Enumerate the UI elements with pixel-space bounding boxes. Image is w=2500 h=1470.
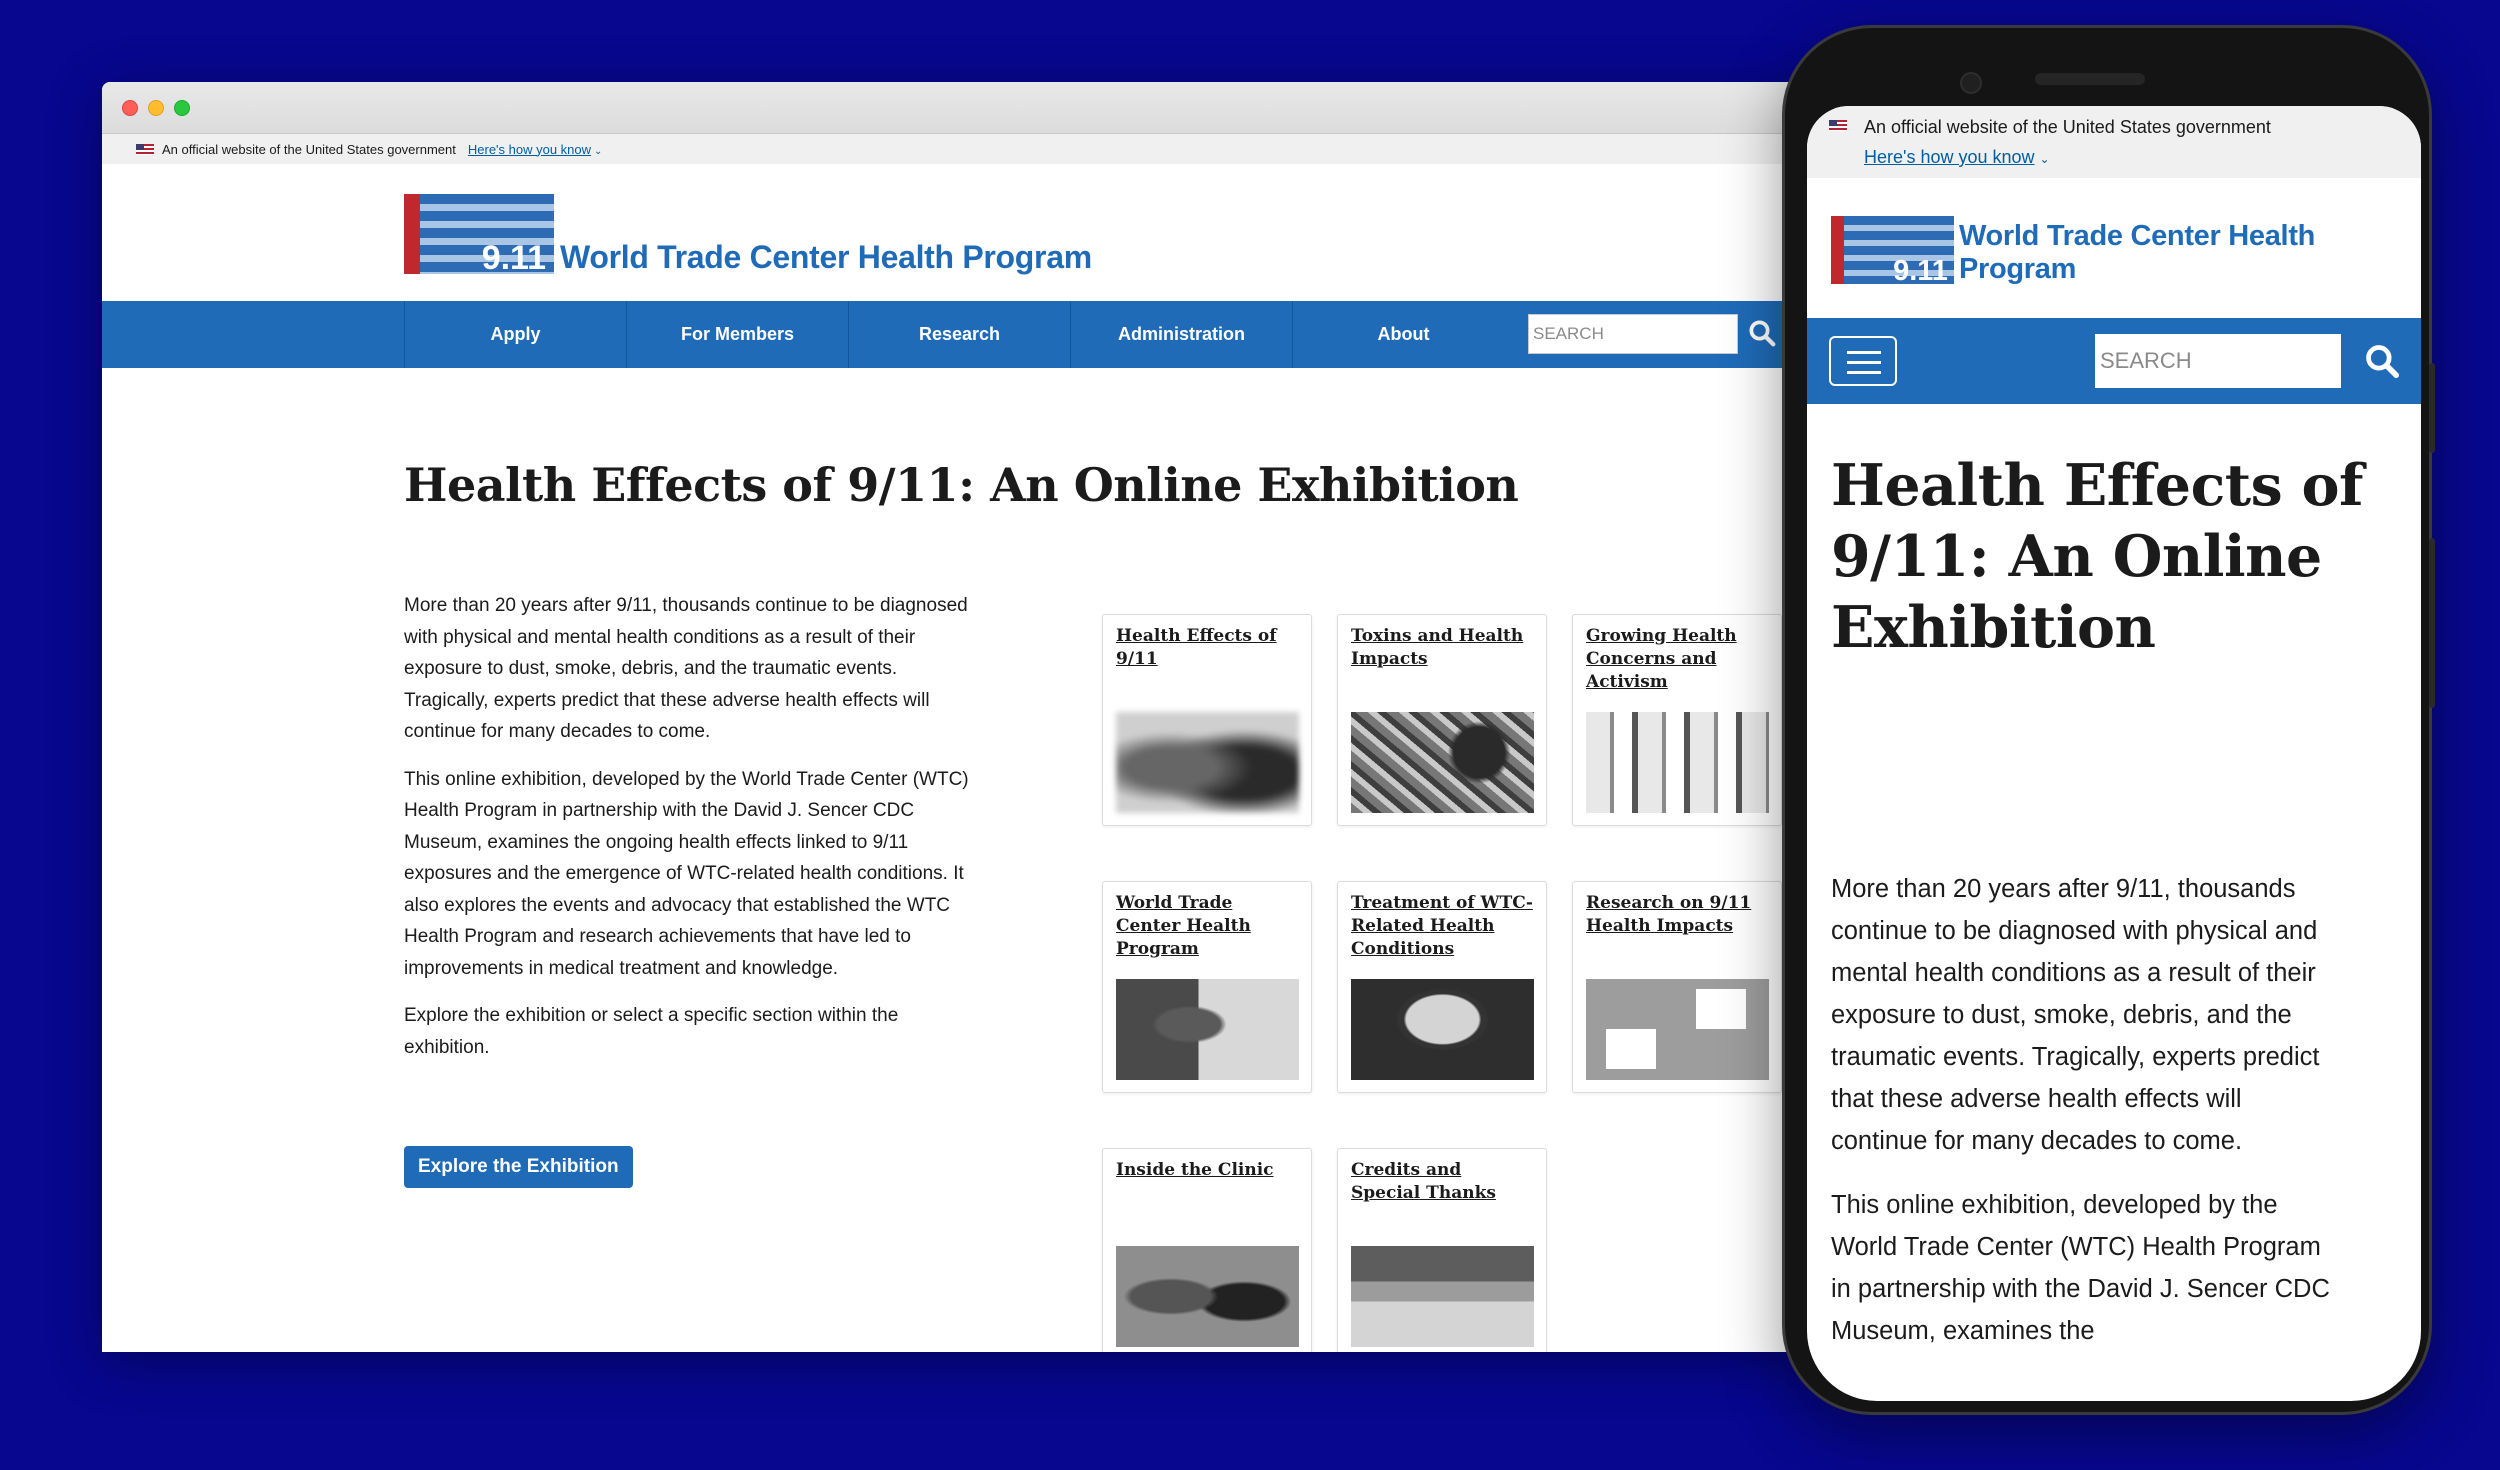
section-card[interactable]: Inside the Clinic [1102,1148,1312,1352]
intro-paragraph: This online exhibition, developed by the… [1831,1191,2330,1345]
gov-banner-text: An official website of the United States… [162,141,456,157]
intro-paragraph: More than 20 years after 9/11, thousands… [404,595,968,742]
menu-icon [1847,361,1881,364]
phone-volume-button [2429,538,2435,708]
us-flag-icon [136,143,154,155]
section-card[interactable]: Growing Health Concerns and Activism [1572,614,1782,826]
card-title-link[interactable]: Treatment of WTC-Related Health Conditio… [1351,892,1533,961]
card-image [1351,979,1534,1080]
maximize-window-button[interactable] [174,100,190,116]
earpiece-speaker [2035,73,2145,85]
nav-item-apply[interactable]: Apply [404,301,626,368]
search-icon[interactable] [1747,318,1777,348]
page-title: Health Effects of 9/11: An Online Exhibi… [1831,452,2364,661]
section-card[interactable]: Treatment of WTC-Related Health Conditio… [1337,881,1547,1093]
card-image [1116,1246,1299,1347]
phone-device: An official website of the United States… [1782,25,2435,1415]
intro-paragraph: More than 20 years after 9/11, thousands… [1831,875,2320,1155]
chevron-down-icon: ⌄ [2039,152,2050,166]
site-logo[interactable]: 9.11 World Trade Center Health Program [1831,216,2421,285]
card-image [1116,712,1299,813]
intro-text: More than 20 years after 9/11, thousands… [1831,868,2331,1374]
section-card[interactable]: Toxins and Health Impacts [1337,614,1547,826]
browser-window: An official website of the United States… [102,82,1802,1352]
card-image [1351,712,1534,813]
search-icon[interactable] [2363,342,2401,380]
mobile-nav [1807,318,2421,404]
chevron-down-icon: ⌄ [594,145,603,157]
card-title-link[interactable]: Toxins and Health Impacts [1351,625,1533,671]
menu-icon [1847,371,1881,374]
gov-banner-text: An official website of the United States… [1864,117,2271,137]
intro-text: More than 20 years after 9/11, thousands… [404,590,974,1079]
heres-how-you-know-label: Here's how you know [1864,147,2035,167]
site-header: 9.11 World Trade Center Health Program [102,164,1802,301]
section-card[interactable]: Credits and Special Thanks [1337,1148,1547,1352]
card-title-link[interactable]: World Trade Center Health Program [1116,892,1298,961]
search-input[interactable] [2095,334,2341,388]
logo-text: World Trade Center Health Program [560,239,1092,275]
explore-exhibition-button[interactable]: Explore the Exhibition [404,1146,633,1188]
main-nav: Apply For Members Research Administratio… [102,301,1802,368]
logo-mark: 9.11 [1831,216,1954,284]
card-image [1351,1246,1534,1347]
nav-item-about[interactable]: About [1292,301,1514,368]
heres-how-you-know-link[interactable]: Here's how you know ⌄ [1864,147,2050,168]
section-card[interactable]: Research on 9/11 Health Impacts [1572,881,1782,1093]
front-camera-icon [1960,72,1982,94]
intro-paragraph: This online exhibition, developed by the… [404,768,969,979]
card-title-link[interactable]: Growing Health Concerns and Activism [1586,625,1768,694]
search-input[interactable] [1528,314,1738,354]
heres-how-you-know-label: Here's how you know [467,141,592,157]
heres-how-you-know-link[interactable]: Here's how you know ⌄ [468,142,603,157]
site-logo[interactable]: 9.11 World Trade Center Health Program [404,194,1092,275]
nav-item-for-members[interactable]: For Members [626,301,848,368]
nav-item-research[interactable]: Research [848,301,1070,368]
logo-text: World Trade Center Health Program [1958,220,2316,285]
hamburger-menu-button[interactable] [1829,336,1897,386]
close-window-button[interactable] [122,100,138,116]
phone-power-button [2429,363,2435,453]
logo-mark: 9.11 [404,194,554,274]
mobile-site-header: 9.11 World Trade Center Health Program [1807,178,2421,318]
card-title-link[interactable]: Research on 9/11 Health Impacts [1586,892,1768,938]
card-image [1586,712,1769,813]
section-card[interactable]: Health Effects of 9/11 [1102,614,1312,826]
card-title-link[interactable]: Credits and Special Thanks [1351,1159,1533,1205]
us-flag-icon [1829,120,1847,131]
logo-mark-text: 9.11 [481,239,546,274]
page-title: Health Effects of 9/11: An Online Exhibi… [404,458,1519,512]
section-card[interactable]: World Trade Center Health Program [1102,881,1312,1093]
card-image [1116,979,1299,1080]
menu-icon [1847,351,1881,354]
logo-mark-text: 9.11 [1893,255,1948,284]
nav-item-administration[interactable]: Administration [1070,301,1292,368]
gov-banner: An official website of the United States… [102,134,1802,164]
card-title-link[interactable]: Health Effects of 9/11 [1116,625,1298,671]
card-title-link[interactable]: Inside the Clinic [1116,1159,1298,1182]
section-cards: Health Effects of 9/11 Toxins and Health… [1102,614,1802,1352]
minimize-window-button[interactable] [148,100,164,116]
intro-paragraph: Explore the exhibition or select a speci… [404,1005,899,1058]
mobile-gov-banner: An official website of the United States… [1807,106,2421,178]
card-image [1586,979,1769,1080]
window-titlebar [102,82,1802,134]
phone-screen: An official website of the United States… [1807,106,2421,1401]
